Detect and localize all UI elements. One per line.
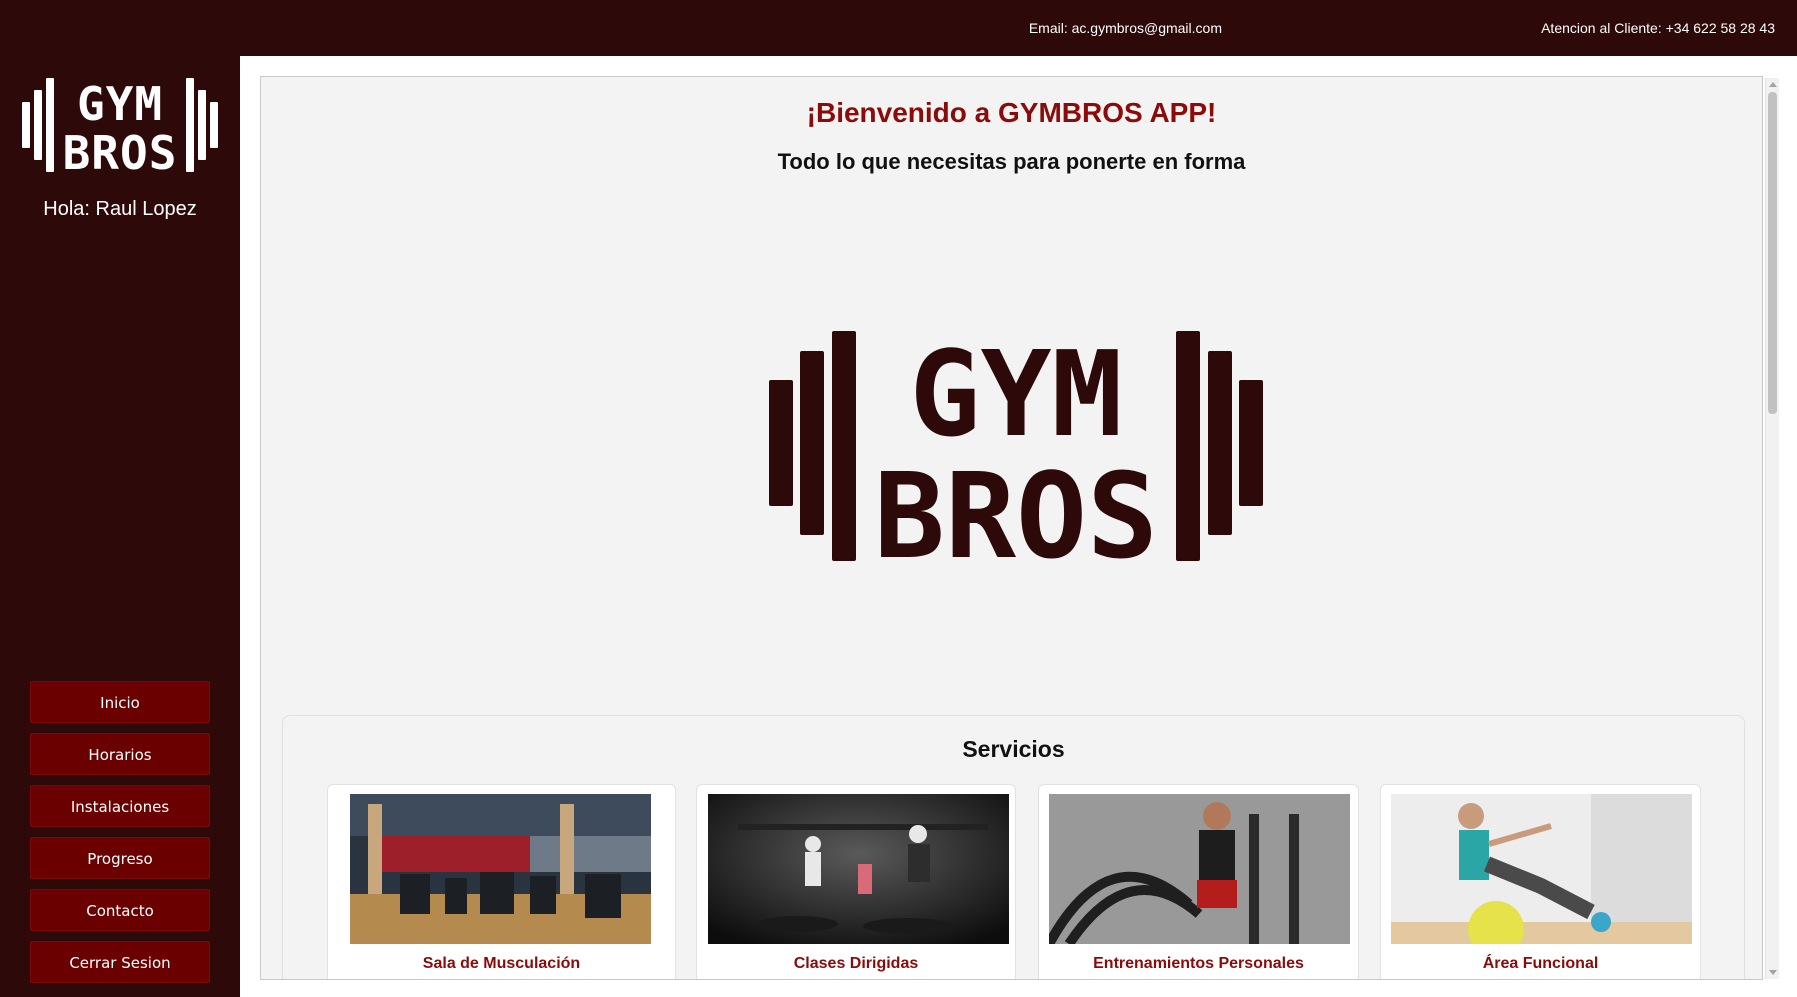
nav-progreso-button[interactable]: Progreso [30,837,210,879]
nav-instalaciones-button[interactable]: Instalaciones [30,785,210,827]
scrollbar-thumb[interactable] [1768,92,1777,414]
service-card-funcional[interactable]: Área Funcional [1380,784,1701,979]
sidebar-nav: Inicio Horarios Instalaciones Progreso C… [30,681,210,993]
service-card-entrenamientos[interactable]: Entrenamientos Personales [1038,784,1359,979]
service-label: Entrenamientos Personales [1093,955,1304,972]
personal-training-photo [1049,794,1350,944]
nav-contacto-button[interactable]: Contacto [30,889,210,931]
group-class-photo [708,794,1009,944]
gymbros-logo[interactable]: GYM BROS [20,72,220,178]
gymbros-main-logo: GYM BROS [769,331,1263,561]
sidebar: GYM BROS Hola: Raul Lopez Inicio Horario… [0,0,240,997]
functional-area-photo [1391,794,1692,944]
services-heading: Servicios [962,736,1065,762]
service-label: Área Funcional [1482,955,1599,972]
service-label: Sala de Musculación [422,955,581,972]
service-card-clases[interactable]: Clases Dirigidas [696,784,1016,979]
svg-text:GYM: GYM [909,331,1122,463]
services-section: Servicios Sala de Musculación Clases Dir… [282,715,1745,979]
scroll-down-arrow-icon[interactable] [1769,970,1777,975]
main-content: ¡Bienvenido a GYMBROS APP! Todo lo que n… [240,56,1797,997]
customer-service-phone: Atencion al Cliente: +34 622 58 28 43 [1541,20,1775,36]
vertical-scrollbar[interactable] [1765,78,1779,979]
user-greeting: Hola: Raul Lopez [43,198,197,220]
nav-inicio-button[interactable]: Inicio [30,681,210,723]
service-label: Clases Dirigidas [793,955,919,972]
logout-button[interactable]: Cerrar Sesion [30,941,210,983]
scroll-up-arrow-icon[interactable] [1769,82,1777,87]
welcome-heading: ¡Bienvenido a GYMBROS APP! [806,97,1217,128]
svg-text:BROS: BROS [63,126,178,178]
nav-horarios-button[interactable]: Horarios [30,733,210,775]
contact-email: Email: ac.gymbros@gmail.com [1028,20,1222,36]
top-bar: Email: ac.gymbros@gmail.com Atencion al … [0,0,1797,56]
content-frame: ¡Bienvenido a GYMBROS APP! Todo lo que n… [260,76,1763,980]
svg-text:BROS: BROS [874,447,1158,561]
svg-text:GYM: GYM [77,77,163,131]
welcome-subtitle: Todo lo que necesitas para ponerte en fo… [777,149,1246,174]
weights-room-photo [350,794,651,944]
service-card-musculacion[interactable]: Sala de Musculación [327,784,676,979]
